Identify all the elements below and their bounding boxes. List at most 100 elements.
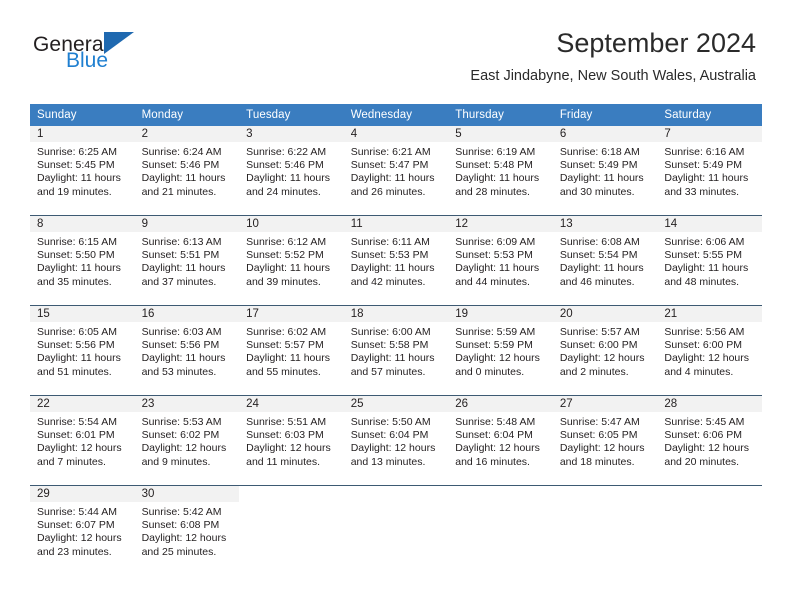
- calendar-day-cell[interactable]: 22 Sunrise: 5:54 AM Sunset: 6:01 PM Dayligh…: [30, 395, 135, 486]
- day-daylight2-text: and 53 minutes.: [141, 365, 217, 378]
- day-cell-inner: 30 Sunrise: 5:42 AM Sunset: 6:08 PM Dayligh…: [134, 486, 240, 575]
- calendar-day-cell[interactable]: 27 Sunrise: 5:47 AM Sunset: 6:05 PM Dayligh…: [552, 395, 658, 486]
- calendar-day-cell[interactable]: 12 Sunrise: 6:09 AM Sunset: 5:53 PM Dayligh…: [448, 215, 553, 306]
- day-sunrise-text: Sunrise: 6:18 AM: [559, 146, 640, 158]
- day-cell-inner: 2 Sunrise: 6:24 AM Sunset: 5:46 PM Daylight…: [134, 126, 240, 215]
- page-header: General Blue September 2024 East Jindaby…: [0, 0, 792, 84]
- calendar-day-cell[interactable]: 23 Sunrise: 5:53 AM Sunset: 6:02 PM Dayligh…: [134, 395, 240, 486]
- calendar-day-cell[interactable]: 13 Sunrise: 6:08 AM Sunset: 5:54 PM Dayligh…: [552, 215, 658, 306]
- day-daylight1-text: Daylight: 12 hours: [664, 442, 750, 455]
- calendar-day-cell[interactable]: 4 Sunrise: 6:21 AM Sunset: 5:47 PM Daylight…: [343, 126, 449, 216]
- day-sunrise-text: Sunrise: 6:02 AM: [246, 326, 327, 338]
- day-number: 11: [343, 216, 449, 232]
- day-daylight2-text: and 18 minutes.: [559, 455, 635, 468]
- calendar-day-cell[interactable]: 3 Sunrise: 6:22 AM Sunset: 5:46 PM Daylight…: [239, 126, 344, 216]
- day-sunset-text: Sunset: 5:49 PM: [559, 159, 638, 172]
- day-sunset-text: Sunset: 6:07 PM: [37, 519, 115, 532]
- day-number: 18: [343, 306, 449, 322]
- day-cell-inner: 20 Sunrise: 5:57 AM Sunset: 6:00 PM Dayligh…: [552, 306, 658, 395]
- calendar-day-cell[interactable]: 28 Sunrise: 5:45 AM Sunset: 6:06 PM Dayligh…: [657, 395, 762, 486]
- day-daylight2-text: and 19 minutes.: [37, 185, 112, 198]
- day-details: Sunrise: 6:25 AM Sunset: 5:45 PM Daylight:…: [30, 142, 135, 199]
- day-daylight1-text: Daylight: 12 hours: [455, 442, 540, 455]
- day-number: [239, 486, 344, 502]
- day-sunset-text: Sunset: 5:58 PM: [350, 339, 429, 352]
- calendar-day-cell[interactable]: 16 Sunrise: 6:03 AM Sunset: 5:56 PM Dayligh…: [134, 305, 240, 396]
- day-details: [239, 502, 344, 506]
- calendar-week-row: 8 Sunrise: 6:15 AM Sunset: 5:50 PM Daylight…: [30, 215, 762, 306]
- day-details: [448, 502, 553, 506]
- day-sunset-text: Sunset: 5:55 PM: [664, 249, 743, 262]
- day-number: 3: [239, 126, 344, 142]
- calendar-day-cell[interactable]: 25 Sunrise: 5:50 AM Sunset: 6:04 PM Dayligh…: [343, 395, 449, 486]
- day-details: Sunrise: 5:50 AM Sunset: 6:04 PM Daylight:…: [344, 412, 449, 469]
- day-daylight1-text: Daylight: 11 hours: [37, 262, 121, 275]
- calendar-week-row: 29 Sunrise: 5:44 AM Sunset: 6:07 PM Dayligh…: [30, 485, 762, 575]
- day-sunrise-text: Sunrise: 6:24 AM: [141, 146, 222, 158]
- day-daylight2-text: and 39 minutes.: [246, 275, 321, 288]
- calendar-day-cell[interactable]: 8 Sunrise: 6:15 AM Sunset: 5:50 PM Daylight…: [30, 215, 135, 306]
- calendar-day-cell[interactable]: 17 Sunrise: 6:02 AM Sunset: 5:57 PM Dayligh…: [239, 305, 344, 396]
- day-daylight1-text: Daylight: 11 hours: [37, 172, 121, 185]
- calendar-day-cell[interactable]: 14 Sunrise: 6:06 AM Sunset: 5:55 PM Dayligh…: [657, 215, 762, 306]
- sunrise-sunset-calendar: Sunday Monday Tuesday Wednesday Thursday…: [30, 104, 762, 575]
- day-number: 5: [448, 126, 553, 142]
- calendar-day-cell: [657, 485, 762, 575]
- day-sunset-text: Sunset: 5:52 PM: [246, 249, 324, 262]
- day-details: Sunrise: 5:59 AM Sunset: 5:59 PM Daylight:…: [448, 322, 553, 379]
- day-daylight1-text: Daylight: 11 hours: [141, 352, 226, 365]
- calendar-day-cell[interactable]: 20 Sunrise: 5:57 AM Sunset: 6:00 PM Dayligh…: [552, 305, 658, 396]
- day-sunrise-text: Sunrise: 6:16 AM: [664, 146, 745, 158]
- weekday-header-monday: Monday: [134, 104, 240, 126]
- day-cell-inner: [657, 486, 762, 575]
- day-number: 30: [134, 486, 240, 502]
- day-sunset-text: Sunset: 6:05 PM: [559, 429, 638, 442]
- day-details: Sunrise: 6:09 AM Sunset: 5:53 PM Daylight:…: [448, 232, 553, 289]
- calendar-day-cell[interactable]: 6 Sunrise: 6:18 AM Sunset: 5:49 PM Daylight…: [552, 126, 658, 216]
- day-daylight2-text: and 30 minutes.: [559, 185, 635, 198]
- calendar-day-cell[interactable]: 15 Sunrise: 6:05 AM Sunset: 5:56 PM Dayligh…: [30, 305, 135, 396]
- day-cell-inner: 16 Sunrise: 6:03 AM Sunset: 5:56 PM Dayligh…: [134, 306, 240, 395]
- logo-text-blue: Blue: [66, 49, 109, 72]
- day-daylight2-text: and 23 minutes.: [37, 545, 112, 558]
- day-details: Sunrise: 6:13 AM Sunset: 5:51 PM Daylight:…: [135, 232, 240, 289]
- day-sunset-text: Sunset: 6:04 PM: [350, 429, 429, 442]
- calendar-day-cell[interactable]: 26 Sunrise: 5:48 AM Sunset: 6:04 PM Dayligh…: [448, 395, 553, 486]
- day-daylight2-text: and 42 minutes.: [350, 275, 426, 288]
- day-daylight2-text: and 25 minutes.: [141, 545, 217, 558]
- day-cell-inner: 9 Sunrise: 6:13 AM Sunset: 5:51 PM Daylight…: [134, 216, 240, 305]
- day-daylight1-text: Daylight: 12 hours: [350, 442, 436, 455]
- calendar-day-cell[interactable]: 18 Sunrise: 6:00 AM Sunset: 5:58 PM Dayligh…: [343, 305, 449, 396]
- day-daylight1-text: Daylight: 12 hours: [664, 352, 750, 365]
- calendar-day-cell[interactable]: 29 Sunrise: 5:44 AM Sunset: 6:07 PM Dayligh…: [30, 485, 135, 575]
- day-cell-inner: 12 Sunrise: 6:09 AM Sunset: 5:53 PM Dayligh…: [448, 216, 553, 305]
- day-details: Sunrise: 6:22 AM Sunset: 5:46 PM Daylight:…: [239, 142, 344, 199]
- calendar-day-cell[interactable]: 11 Sunrise: 6:11 AM Sunset: 5:53 PM Dayligh…: [343, 215, 449, 306]
- calendar-day-cell[interactable]: 2 Sunrise: 6:24 AM Sunset: 5:46 PM Daylight…: [134, 126, 240, 216]
- day-details: Sunrise: 5:56 AM Sunset: 6:00 PM Daylight:…: [657, 322, 762, 379]
- day-daylight1-text: Daylight: 11 hours: [455, 172, 540, 185]
- weekday-header-saturday: Saturday: [657, 104, 762, 126]
- calendar-day-cell[interactable]: 30 Sunrise: 5:42 AM Sunset: 6:08 PM Dayligh…: [134, 485, 240, 575]
- day-number: 16: [134, 306, 240, 322]
- day-details: Sunrise: 6:18 AM Sunset: 5:49 PM Daylight:…: [553, 142, 658, 199]
- day-sunset-text: Sunset: 6:00 PM: [664, 339, 743, 352]
- day-sunrise-text: Sunrise: 5:50 AM: [350, 416, 431, 428]
- day-number: 20: [552, 306, 658, 322]
- calendar-day-cell[interactable]: 24 Sunrise: 5:51 AM Sunset: 6:03 PM Dayligh…: [239, 395, 344, 486]
- weekday-header-wednesday: Wednesday: [343, 104, 449, 126]
- day-cell-inner: 4 Sunrise: 6:21 AM Sunset: 5:47 PM Daylight…: [343, 126, 449, 215]
- day-daylight2-text: and 16 minutes.: [455, 455, 530, 468]
- day-daylight1-text: Daylight: 12 hours: [37, 442, 122, 455]
- calendar-day-cell[interactable]: 21 Sunrise: 5:56 AM Sunset: 6:00 PM Dayligh…: [657, 305, 762, 396]
- calendar-day-cell[interactable]: 7 Sunrise: 6:16 AM Sunset: 5:49 PM Daylight…: [657, 126, 762, 216]
- calendar-day-cell[interactable]: 1 Sunrise: 6:25 AM Sunset: 5:45 PM Daylight…: [30, 126, 135, 216]
- calendar-day-cell[interactable]: 10 Sunrise: 6:12 AM Sunset: 5:52 PM Dayligh…: [239, 215, 344, 306]
- day-cell-inner: [553, 486, 658, 575]
- calendar-day-cell[interactable]: 19 Sunrise: 5:59 AM Sunset: 5:59 PM Dayligh…: [448, 305, 553, 396]
- calendar-day-cell[interactable]: 9 Sunrise: 6:13 AM Sunset: 5:51 PM Daylight…: [134, 215, 240, 306]
- day-cell-inner: 22 Sunrise: 5:54 AM Sunset: 6:01 PM Dayligh…: [30, 396, 135, 485]
- day-details: Sunrise: 6:15 AM Sunset: 5:50 PM Daylight:…: [30, 232, 135, 289]
- day-daylight2-text: and 2 minutes.: [559, 365, 629, 378]
- calendar-day-cell[interactable]: 5 Sunrise: 6:19 AM Sunset: 5:48 PM Daylight…: [448, 126, 553, 216]
